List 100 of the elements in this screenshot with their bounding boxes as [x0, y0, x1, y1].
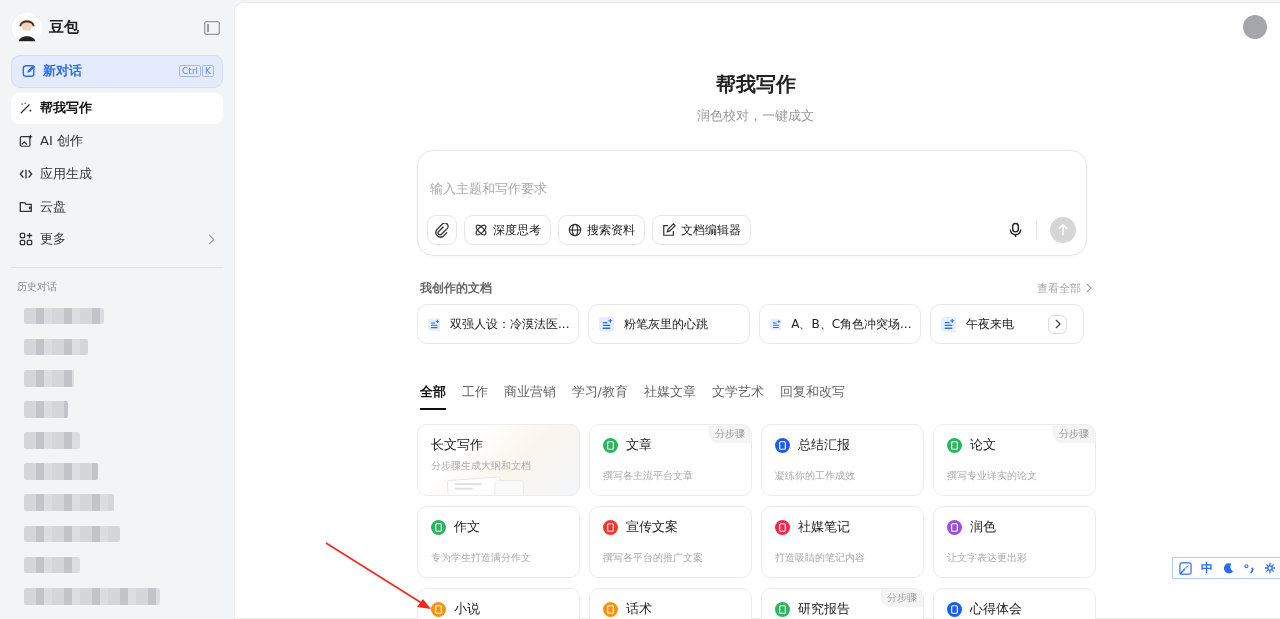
- document-icon: [940, 316, 956, 332]
- app-name: 豆包: [49, 18, 80, 38]
- card-title: 话术: [625, 600, 652, 618]
- document-card[interactable]: 午夜来电: [929, 304, 1084, 344]
- moon-icon[interactable]: [1222, 562, 1234, 574]
- card-description: 打造吸睛的笔记内容: [774, 551, 866, 565]
- template-card[interactable]: 分步骤 研究报告: [760, 588, 924, 619]
- category-tab[interactable]: 商业营销: [503, 380, 556, 410]
- template-card[interactable]: 分步骤 文章 撰写各主流平台文章: [588, 424, 752, 496]
- tool-button[interactable]: 深度思考: [463, 215, 551, 245]
- blurred-history-item[interactable]: [24, 338, 88, 356]
- page-title: 帮我写作: [714, 71, 797, 98]
- atom-icon: [473, 223, 488, 237]
- document-icon: [427, 316, 441, 332]
- nav-item[interactable]: AI 创作: [11, 125, 223, 157]
- template-card[interactable]: 宣传文案 撰写各平台的推广文案: [588, 506, 752, 578]
- arrow-up-icon: [1055, 223, 1070, 237]
- card-title: 研究报告: [797, 600, 850, 618]
- category-tab[interactable]: 全部: [419, 380, 446, 410]
- nav-item[interactable]: 云盘: [11, 191, 223, 223]
- card-title: 小说: [453, 600, 480, 618]
- template-card[interactable]: 小说: [416, 588, 580, 619]
- shortcut-key: K: [202, 65, 214, 78]
- document-card[interactable]: 双强人设：冷漠法医...: [416, 304, 579, 344]
- prompt-input[interactable]: 输入主题和写作要求 深度思考 搜索资料 文档编辑器: [416, 150, 1087, 256]
- microphone-icon[interactable]: [1007, 222, 1023, 238]
- blurred-history-item[interactable]: [24, 463, 98, 480]
- blurred-history-item[interactable]: [24, 369, 74, 387]
- template-card[interactable]: 作文 专为学生打造满分作文: [416, 506, 580, 578]
- card-description: 让文字表达更出彩: [946, 551, 1028, 565]
- steps-tag: 分步骤: [708, 425, 751, 443]
- template-card[interactable]: 总结汇报 凝练你的工作成效: [760, 424, 924, 496]
- section-heading: 我创作的文档: [419, 279, 492, 297]
- globe-icon: [567, 223, 582, 237]
- attach-button[interactable]: [426, 215, 457, 245]
- card-title: 心得体会: [969, 600, 1022, 618]
- template-card[interactable]: 长文写作 分步骤生成大纲和文档: [416, 424, 580, 496]
- card-title: 长文写作: [430, 436, 484, 454]
- chevron-right-icon: [1053, 319, 1061, 329]
- category-tab[interactable]: 社媒文章: [643, 380, 696, 410]
- avatar-icon: [12, 12, 42, 43]
- card-title: 论文: [969, 436, 996, 454]
- category-tab[interactable]: 文学艺术: [711, 380, 764, 410]
- steps-tag: 分步骤: [1052, 425, 1095, 443]
- category-tab[interactable]: 工作: [461, 380, 488, 410]
- card-description: 分步骤生成大纲和文档: [430, 459, 532, 473]
- settings-icon[interactable]: [1264, 562, 1276, 574]
- document-icon: [598, 316, 614, 332]
- send-button[interactable]: [1049, 217, 1076, 243]
- history-heading: 历史对话: [16, 279, 58, 294]
- tool-button[interactable]: 文档编辑器: [651, 215, 751, 245]
- new-chat-button[interactable]: 新对话 Ctrl K: [11, 55, 223, 88]
- blurred-history-item[interactable]: [24, 432, 80, 449]
- card-title: 作文: [453, 518, 480, 536]
- nav-item[interactable]: 应用生成: [11, 158, 223, 190]
- card-title: 社媒笔记: [797, 518, 850, 536]
- card-description: 专为学生打造满分作文: [430, 551, 532, 565]
- image-icon: [19, 134, 33, 149]
- template-card[interactable]: 话术: [588, 588, 752, 619]
- blurred-history-item[interactable]: [24, 587, 160, 605]
- category-tab[interactable]: 学习/教育: [571, 380, 628, 410]
- document-card[interactable]: A、B、C角色冲突场...: [758, 304, 921, 344]
- template-card[interactable]: 心得体会: [932, 588, 1096, 619]
- input-mode-toggle[interactable]: 中: [1201, 559, 1213, 577]
- folder-icon: [19, 199, 33, 214]
- card-title: 文章: [625, 436, 652, 454]
- nav-item[interactable]: 帮我写作: [11, 92, 223, 124]
- card-description: 撰写专业详实的论文: [946, 469, 1038, 483]
- paperclip-icon: [434, 222, 449, 238]
- tool-button[interactable]: 搜索资料: [557, 215, 645, 245]
- chevron-right-icon: [207, 234, 215, 245]
- pen-icon: [19, 101, 33, 116]
- blurred-history-item[interactable]: [24, 307, 104, 325]
- blurred-history-item[interactable]: [24, 401, 68, 418]
- template-card[interactable]: 润色 让文字表达更出彩: [932, 506, 1096, 578]
- card-title: 总结汇报: [797, 436, 850, 454]
- document-card[interactable]: 粉笔灰里的心跳: [587, 304, 750, 344]
- page-subtitle: 润色校对，一键成文: [696, 107, 815, 125]
- shortcut-key: Ctrl: [179, 65, 202, 78]
- steps-tag: 分步骤: [880, 589, 923, 607]
- card-title: 润色: [969, 518, 996, 536]
- edit-icon: [661, 223, 676, 237]
- sidebar-toggle-icon[interactable]: [204, 20, 220, 35]
- card-description: 凝练你的工作成效: [774, 469, 856, 483]
- document-icon: [769, 316, 782, 332]
- apps-icon: [19, 232, 33, 247]
- category-tab[interactable]: 回复和改写: [779, 380, 845, 410]
- blurred-history-item[interactable]: [24, 525, 120, 543]
- nav-item[interactable]: 更多: [11, 223, 223, 256]
- card-description: 撰写各平台的推广文案: [602, 551, 704, 565]
- punctuation-icon[interactable]: [1243, 562, 1255, 574]
- template-card[interactable]: 分步骤 论文 撰写专业详实的论文: [932, 424, 1096, 496]
- template-card[interactable]: 社媒笔记 打造吸睛的笔记内容: [760, 506, 924, 578]
- chevron-right-icon: [1084, 283, 1092, 293]
- edit-icon: [22, 64, 36, 79]
- card-description: 撰写各主流平台文章: [602, 469, 694, 483]
- blurred-history-item[interactable]: [24, 556, 80, 574]
- blurred-history-item[interactable]: [24, 494, 114, 512]
- card-title: 宣传文案: [625, 518, 678, 536]
- user-avatar[interactable]: [1243, 15, 1267, 39]
